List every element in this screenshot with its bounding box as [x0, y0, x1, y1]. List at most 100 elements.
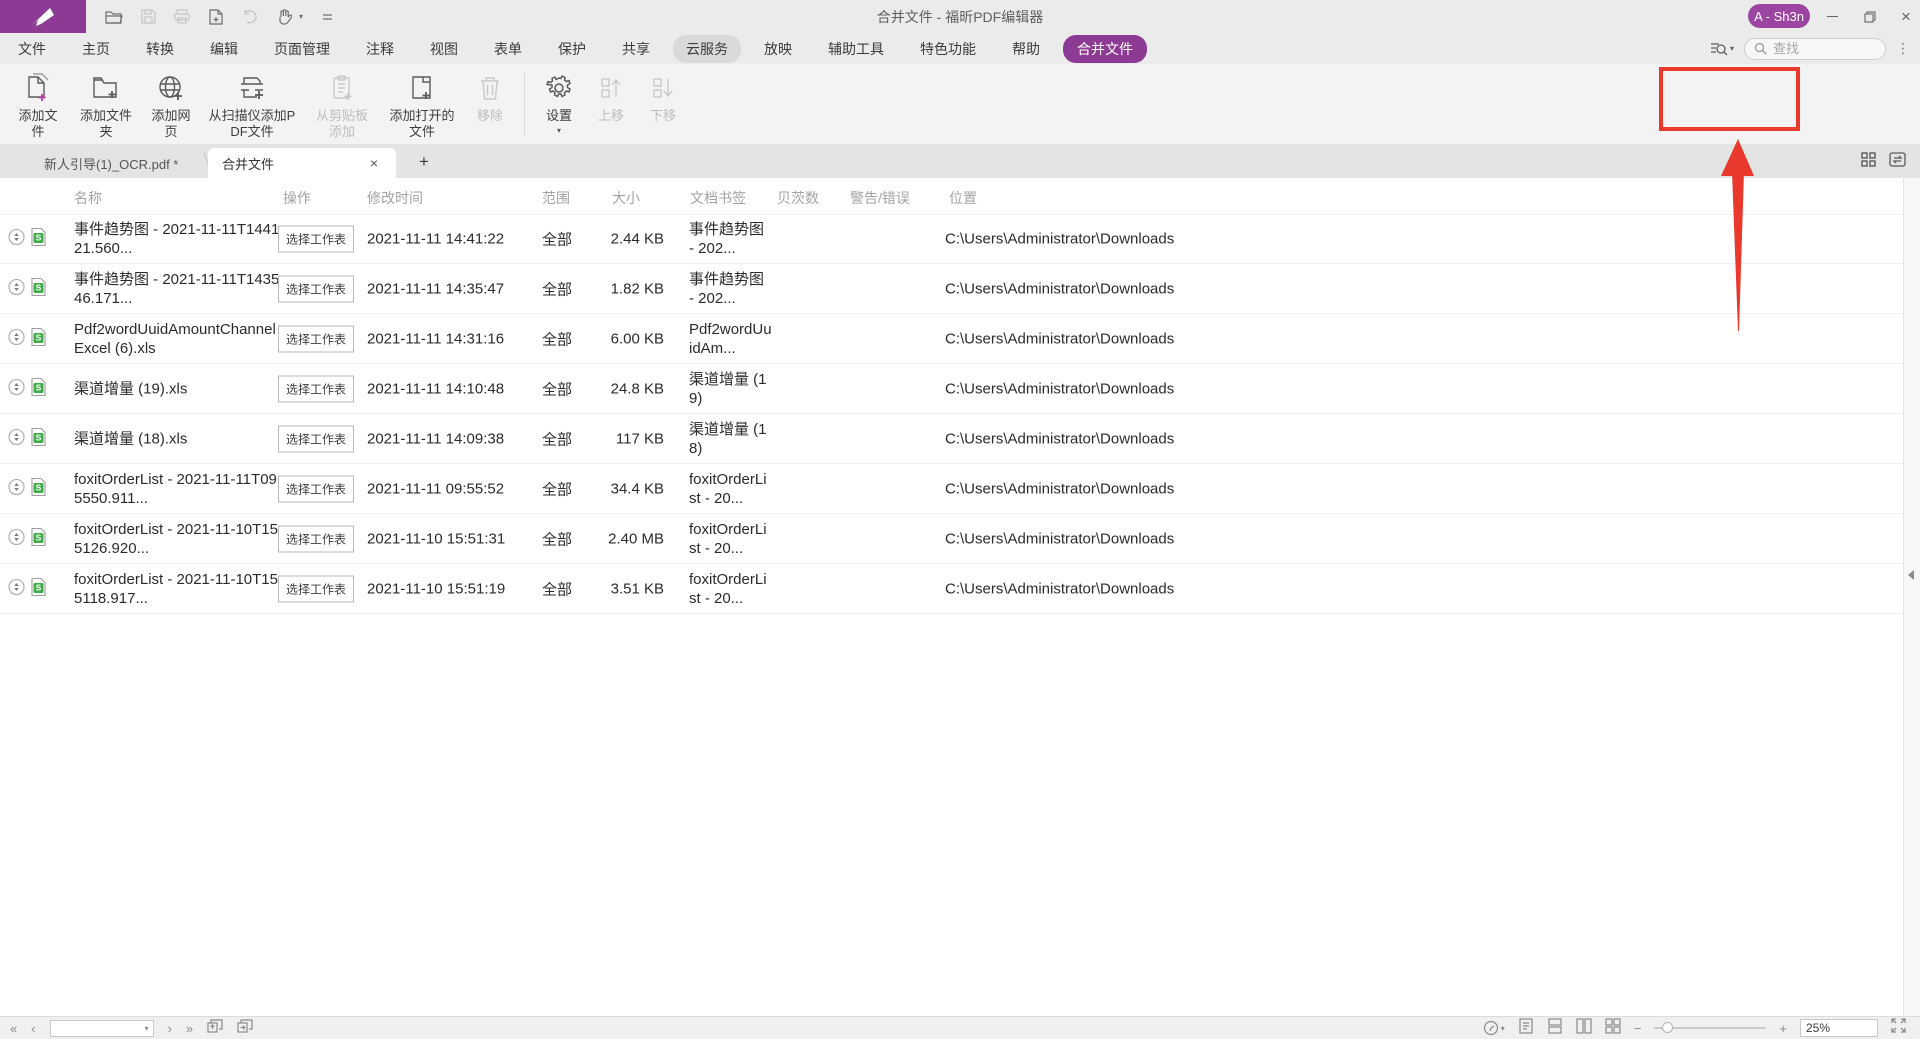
select-worksheet-button[interactable]: 选择工作表: [278, 525, 354, 552]
menu-file[interactable]: 文件: [5, 35, 59, 63]
last-page-icon[interactable]: »: [186, 1021, 193, 1036]
menu-protect[interactable]: 保护: [545, 35, 599, 63]
table-row[interactable]: S foxitOrderList - 2021-11-10T155126.920…: [0, 514, 1920, 564]
search-box[interactable]: [1744, 38, 1886, 60]
open-file-icon[interactable]: [104, 7, 124, 27]
menu-help[interactable]: 帮助: [999, 35, 1053, 63]
facing-page-icon[interactable]: [1576, 1018, 1592, 1039]
merge-files-context-pill[interactable]: 合并文件: [1063, 35, 1147, 63]
tab-merge-files[interactable]: 合并文件 ×: [208, 148, 396, 178]
hand-tool-icon[interactable]: [274, 7, 294, 27]
single-page-icon[interactable]: [1518, 1018, 1534, 1039]
user-account-badge[interactable]: A - Sh3n: [1748, 4, 1810, 28]
previous-page-icon[interactable]: ‹: [31, 1021, 35, 1036]
save-icon[interactable]: [138, 7, 158, 27]
menu-special-features[interactable]: 特色功能: [907, 35, 989, 63]
menu-comment[interactable]: 注释: [353, 35, 407, 63]
close-tab-icon[interactable]: ×: [366, 155, 382, 171]
menu-view[interactable]: 视图: [417, 35, 471, 63]
zoom-slider[interactable]: [1654, 1027, 1766, 1029]
reorder-icon[interactable]: [8, 328, 25, 349]
select-worksheet-button[interactable]: 选择工作表: [278, 575, 354, 602]
reorder-icon[interactable]: [8, 428, 25, 449]
reorder-icon[interactable]: [8, 478, 25, 499]
advanced-search-icon[interactable]: ▾: [1710, 41, 1734, 57]
table-row[interactable]: S 渠道增量 (19).xls 选择工作表 2021-11-11 14:10:4…: [0, 364, 1920, 414]
add-open-files-button[interactable]: 添加打开的文件: [380, 68, 464, 144]
column-header-name[interactable]: 名称: [74, 188, 102, 208]
settings-button[interactable]: 设置 ▾: [533, 68, 585, 138]
more-options-icon[interactable]: ⋮: [1896, 40, 1910, 57]
menu-present[interactable]: 放映: [751, 35, 805, 63]
column-header-location[interactable]: 位置: [949, 188, 977, 208]
menu-share[interactable]: 共享: [609, 35, 663, 63]
menu-page-management[interactable]: 页面管理: [261, 35, 343, 63]
add-webpage-button[interactable]: 添加网页: [142, 68, 200, 144]
copy-page-icon[interactable]: [237, 1019, 253, 1038]
zoom-out-icon[interactable]: −: [1634, 1021, 1642, 1036]
remove-button[interactable]: 移除: [464, 68, 516, 128]
hand-tool-caret-icon[interactable]: ▾: [299, 12, 303, 21]
facing-continuous-icon[interactable]: [1605, 1018, 1621, 1039]
reorder-icon[interactable]: [8, 378, 25, 399]
select-worksheet-button[interactable]: 选择工作表: [278, 226, 354, 253]
tab-ocr-document[interactable]: 新人引导(1)_OCR.pdf *: [30, 148, 208, 178]
move-up-button[interactable]: 上移: [585, 68, 637, 128]
customize-toolbar-icon[interactable]: [317, 7, 337, 27]
search-input[interactable]: [1773, 41, 1873, 56]
page-number-combobox[interactable]: ▾: [50, 1020, 154, 1037]
fit-screen-icon[interactable]: [1891, 1018, 1906, 1038]
column-header-bookmark[interactable]: 文档书签: [690, 188, 746, 208]
zoom-slider-thumb[interactable]: [1662, 1022, 1673, 1033]
tab-switch-icon[interactable]: [1889, 152, 1906, 172]
view-rotate-icon[interactable]: ▾: [1483, 1020, 1505, 1036]
select-worksheet-button[interactable]: 选择工作表: [278, 475, 354, 502]
tab-grid-icon[interactable]: [1861, 152, 1876, 172]
table-row[interactable]: S Pdf2wordUuidAmountChannelExcel (6).xls…: [0, 314, 1920, 364]
column-header-size[interactable]: 大小: [612, 188, 640, 208]
column-header-warnings[interactable]: 警告/错误: [850, 188, 910, 208]
menu-cloud-service[interactable]: 云服务: [673, 35, 741, 63]
column-header-action[interactable]: 操作: [283, 188, 311, 208]
add-from-clipboard-button[interactable]: 从剪贴板添加: [304, 68, 380, 144]
select-worksheet-button[interactable]: 选择工作表: [278, 425, 354, 452]
minimize-button[interactable]: [1814, 0, 1850, 33]
new-document-icon[interactable]: [206, 7, 226, 27]
continuous-page-icon[interactable]: [1547, 1018, 1563, 1039]
table-row[interactable]: S 渠道增量 (18).xls 选择工作表 2021-11-11 14:09:3…: [0, 414, 1920, 464]
add-files-button[interactable]: 添加文件: [6, 68, 70, 144]
table-row[interactable]: S foxitOrderList - 2021-11-11T095550.911…: [0, 464, 1920, 514]
menu-convert[interactable]: 转换: [133, 35, 187, 63]
new-tab-button[interactable]: +: [413, 151, 435, 173]
move-down-button[interactable]: 下移: [637, 68, 689, 128]
table-row[interactable]: S 事件趋势图 - 2021-11-11T144121.560... 选择工作表…: [0, 214, 1920, 264]
next-page-icon[interactable]: ›: [168, 1021, 172, 1036]
reorder-icon[interactable]: [8, 278, 25, 299]
zoom-level-box[interactable]: 25%: [1800, 1019, 1878, 1037]
reorder-icon[interactable]: [8, 578, 25, 599]
reorder-icon[interactable]: [8, 229, 25, 250]
table-row[interactable]: S 事件趋势图 - 2021-11-11T143546.171... 选择工作表…: [0, 264, 1920, 314]
menu-home[interactable]: 主页: [69, 35, 123, 63]
select-worksheet-button[interactable]: 选择工作表: [278, 375, 354, 402]
select-worksheet-button[interactable]: 选择工作表: [278, 275, 354, 302]
menu-accessibility-tools[interactable]: 辅助工具: [815, 35, 897, 63]
select-worksheet-button[interactable]: 选择工作表: [278, 325, 354, 352]
first-page-icon[interactable]: «: [10, 1021, 17, 1036]
zoom-in-icon[interactable]: +: [1779, 1021, 1787, 1036]
column-header-range[interactable]: 范围: [542, 188, 570, 208]
undo-icon[interactable]: [240, 7, 260, 27]
add-folder-button[interactable]: 添加文件夹: [70, 68, 142, 144]
restore-button[interactable]: [1852, 0, 1888, 33]
reorder-icon[interactable]: [8, 528, 25, 549]
print-icon[interactable]: [172, 7, 192, 27]
snapshot-icon[interactable]: [207, 1019, 223, 1038]
add-from-scanner-button[interactable]: 从扫描仪添加PDF文件: [200, 68, 304, 144]
collapse-panel-icon[interactable]: [1908, 570, 1914, 580]
menu-edit[interactable]: 编辑: [197, 35, 251, 63]
column-header-bates[interactable]: 贝茨数: [777, 188, 819, 208]
column-header-modified-time[interactable]: 修改时间: [367, 188, 423, 208]
close-window-button[interactable]: ×: [1888, 0, 1920, 33]
menu-form[interactable]: 表单: [481, 35, 535, 63]
table-row[interactable]: S foxitOrderList - 2021-11-10T155118.917…: [0, 564, 1920, 614]
